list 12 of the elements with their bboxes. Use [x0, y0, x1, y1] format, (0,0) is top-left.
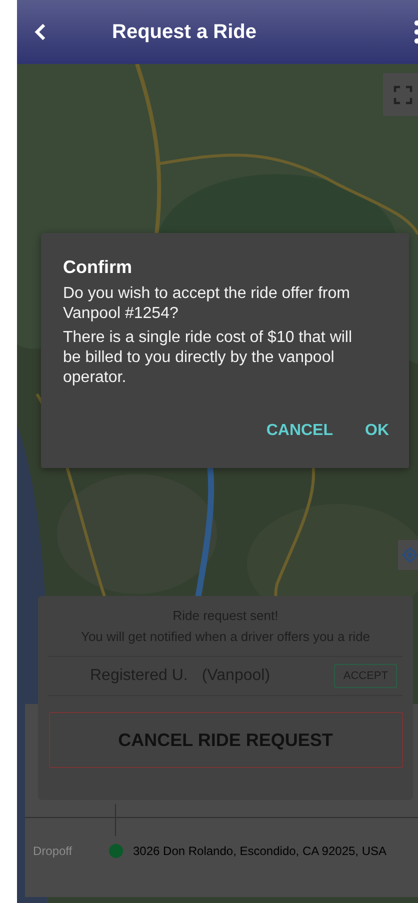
dialog-button[interactable]: CANCEL: [264, 418, 335, 444]
back-icon[interactable]: [34, 23, 46, 41]
dialog-title: Confirm: [63, 257, 133, 278]
location-dot: [109, 844, 123, 858]
dialog-message: There is a single ride cost of $10 that will be billed to you directly by the vanpool operator.: [63, 328, 354, 388]
screen-title: Request a Ride: [112, 20, 256, 44]
crosshair-icon: [401, 546, 418, 564]
dialog-message: Do you wish to accept the ride offer from Vanpool #1254?: [63, 284, 351, 324]
dropoff-address: 3026 Don Rolando, Escondido, CA 92025, USA: [133, 844, 387, 858]
dialog-button[interactable]: OK: [363, 418, 391, 444]
dropoff-label: Dropoff: [33, 844, 74, 858]
fullscreen-icon: [393, 84, 413, 104]
